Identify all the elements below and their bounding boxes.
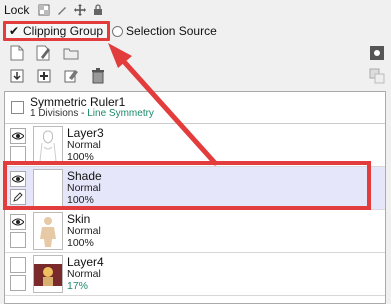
lock-row: Lock: [4, 2, 104, 18]
merge-down-icon[interactable]: [8, 67, 25, 84]
clipping-group-checkbox[interactable]: ✔ Clipping Group: [3, 21, 111, 41]
layer-toolbar-top: [8, 44, 79, 61]
lock-paint-icon[interactable]: [56, 4, 68, 16]
ruler-divisions: 1 Divisions -: [30, 107, 88, 119]
check-icon: ✔: [8, 24, 20, 38]
lock-label: Lock: [4, 3, 30, 17]
layer-thumbnail: [33, 255, 63, 293]
layer-name: Layer3: [67, 126, 104, 140]
visibility-eye-icon[interactable]: [10, 214, 26, 230]
layer-name: Skin: [67, 212, 91, 226]
layer-opacity: 100%: [67, 194, 94, 206]
layer-name: Layer4: [67, 255, 104, 269]
lock-all-icon[interactable]: [92, 4, 104, 16]
layer-thumbnail: [33, 169, 63, 207]
layer-blend-mode: Normal: [67, 139, 101, 151]
layer-row-layer4[interactable]: Layer4 Normal 17%: [5, 253, 385, 296]
layer-settings-icon[interactable]: [369, 45, 385, 61]
visibility-eye-icon[interactable]: [10, 171, 26, 187]
layer-opacity: 100%: [67, 151, 94, 163]
layer-row-skin[interactable]: Skin Normal 100%: [5, 210, 385, 253]
layer-opacity: 100%: [67, 237, 94, 249]
layer-blend-mode: Normal: [67, 268, 101, 280]
selection-source-label: Selection Source: [126, 24, 217, 38]
layer-thumbnail: [33, 212, 63, 250]
symmetric-ruler-row[interactable]: Symmetric Ruler1 1 Divisions - Line Symm…: [5, 92, 385, 124]
ruler-type: Line Symmetry: [87, 107, 154, 119]
layer-property-icon[interactable]: [369, 68, 385, 84]
clear-layer-icon[interactable]: [62, 67, 79, 84]
edit-toggle[interactable]: [10, 146, 26, 162]
lock-move-icon[interactable]: [74, 4, 86, 16]
new-layer-icon[interactable]: [8, 44, 25, 61]
pencil-edit-icon[interactable]: [10, 189, 26, 205]
layer-thumbnail: [33, 126, 63, 164]
edit-toggle[interactable]: [10, 232, 26, 248]
layer-blend-mode: Normal: [67, 225, 101, 237]
layer-name: Shade: [67, 169, 102, 183]
new-vector-layer-icon[interactable]: [35, 44, 52, 61]
ruler-name: Symmetric Ruler1: [30, 94, 126, 109]
layer-toolbar-bottom: [8, 67, 106, 84]
layer-row-shade[interactable]: Shade Normal 100%: [5, 167, 385, 210]
layer-blend-mode: Normal: [67, 182, 101, 194]
clipping-group-label: Clipping Group: [23, 24, 104, 38]
visibility-toggle[interactable]: [10, 257, 26, 273]
layer-opacity: 17%: [67, 280, 89, 292]
lock-transparency-icon[interactable]: [38, 4, 50, 16]
delete-layer-icon[interactable]: [89, 67, 106, 84]
visibility-eye-icon[interactable]: [10, 128, 26, 144]
selection-source-radio[interactable]: [112, 25, 124, 37]
layer-row-layer3[interactable]: Layer3 Normal 100%: [5, 124, 385, 167]
clipping-row: ✔ Clipping Group Selection Source: [3, 21, 217, 41]
duplicate-layer-icon[interactable]: [35, 67, 52, 84]
edit-toggle[interactable]: [10, 275, 26, 291]
layer-list: Symmetric Ruler1 1 Divisions - Line Symm…: [4, 91, 386, 304]
ruler-checkbox[interactable]: [11, 101, 24, 114]
new-folder-icon[interactable]: [62, 44, 79, 61]
